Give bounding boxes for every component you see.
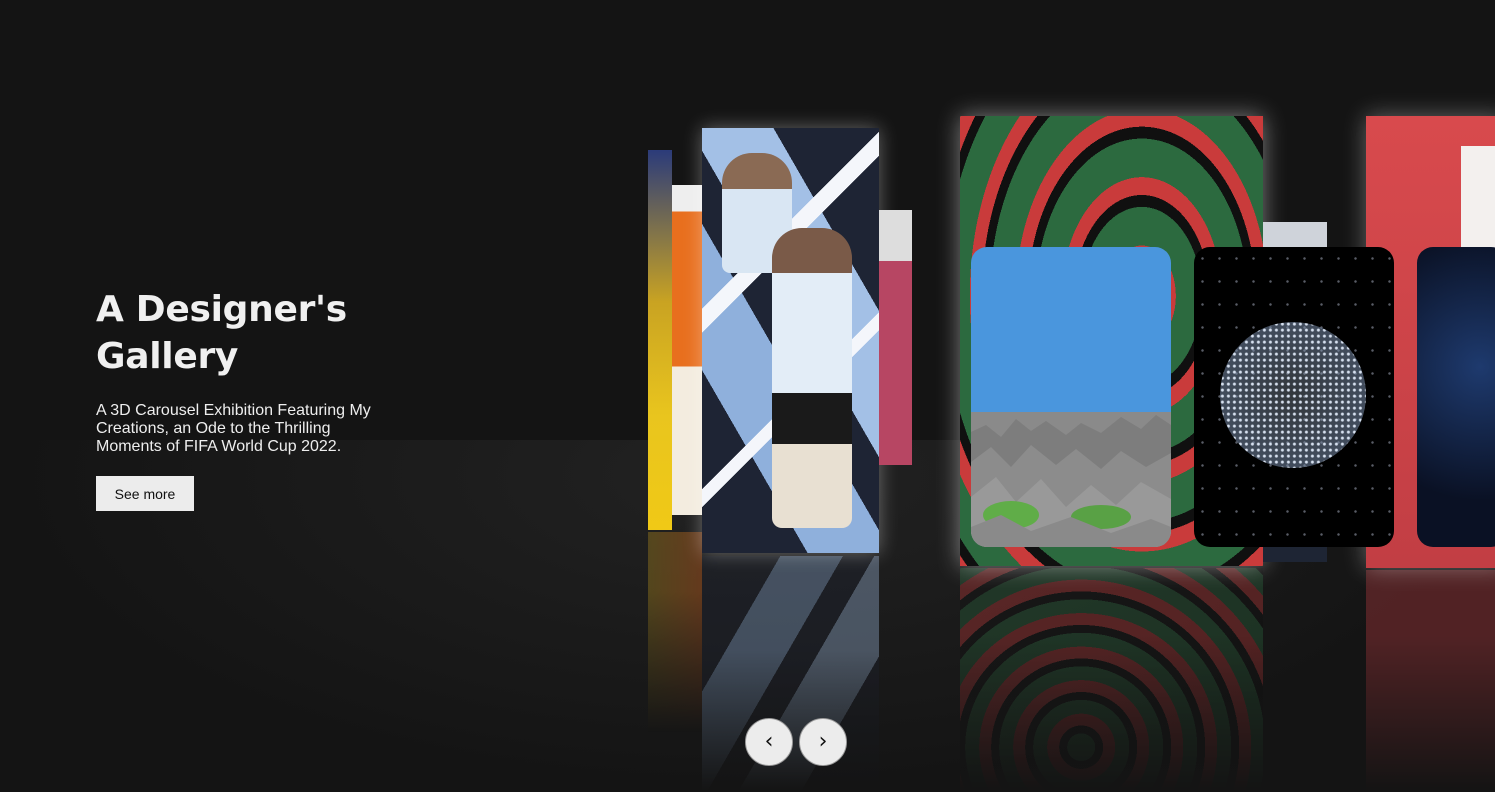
space-card[interactable] [1417, 247, 1495, 547]
chevron-right-icon: › [818, 729, 828, 754]
poster-graphic [1461, 146, 1495, 256]
prev-button[interactable]: ‹ [745, 718, 793, 766]
poster-reflection [1366, 570, 1495, 792]
terrain-mesh [971, 415, 1171, 547]
particle-sphere-card[interactable] [1194, 247, 1394, 547]
poster-reflection [702, 556, 879, 792]
page-description: A 3D Carousel Exhibition Featuring My Cr… [96, 402, 371, 455]
messi-argentina-poster[interactable] [702, 128, 879, 553]
yellow-blue-poster-edge[interactable] [648, 150, 672, 530]
pink-text-poster[interactable] [879, 210, 912, 465]
chevron-left-icon: ‹ [764, 729, 774, 754]
see-more-button[interactable]: See more [96, 476, 194, 511]
player-figure [772, 228, 852, 528]
hero-section: A Designer's Gallery A 3D Carousel Exhib… [96, 286, 396, 511]
poster-reflection [960, 568, 1263, 792]
next-button[interactable]: › [799, 718, 847, 766]
orange-player-poster[interactable] [672, 185, 702, 515]
particle-sphere [1220, 322, 1366, 468]
page-title: A Designer's Gallery [96, 289, 347, 377]
terrain-3d-card[interactable] [971, 247, 1171, 547]
poster-reflection [648, 532, 702, 732]
